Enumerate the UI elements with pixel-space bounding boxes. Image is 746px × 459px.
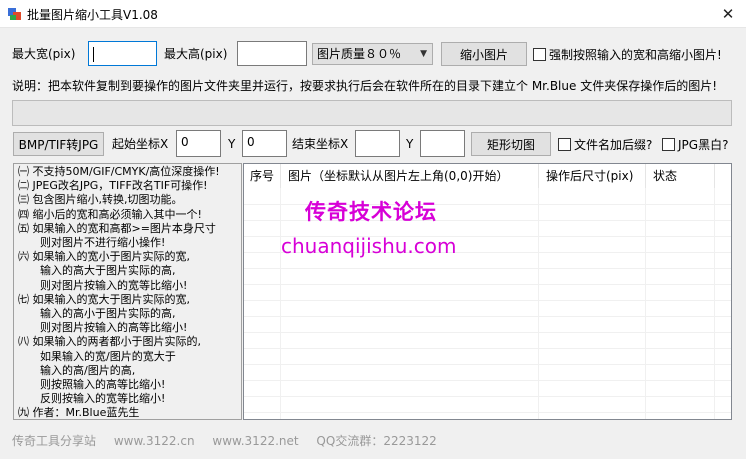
quality-select-value: 图片质量８０％ — [317, 47, 402, 61]
end-x-input[interactable] — [355, 130, 400, 157]
note-line: ㈧ 如果输入的两者都小于图片实际的, — [18, 335, 201, 349]
note-line: 输入的高小于图片实际的高, — [18, 307, 176, 321]
note-line: 反则按输入的宽等比缩小! — [18, 392, 166, 406]
note-line: 则对图片按输入的高等比缩小! — [18, 321, 188, 335]
grid-line — [538, 188, 539, 419]
column-header-index[interactable]: 序号 — [244, 164, 274, 188]
grid-line — [244, 284, 731, 285]
quality-select[interactable]: 图片质量８０％ ▼ — [312, 43, 433, 65]
max-height-input[interactable] — [237, 41, 307, 66]
start-x-input[interactable]: 0 — [176, 130, 221, 157]
note-line: 则按照输入的高等比缩小! — [18, 378, 166, 392]
column-header-image[interactable]: 图片（坐标默认从图片左上角(0,0)开始） — [282, 164, 508, 188]
grid-line — [244, 348, 731, 349]
instructions-text: 说明：把本软件复制到要操作的图片文件夹里并运行，按要求执行后会在软件所在的目录下… — [12, 79, 717, 93]
start-y-label: Y — [228, 137, 236, 151]
grid-line — [244, 364, 731, 365]
column-divider[interactable] — [538, 164, 539, 188]
checkbox-box[interactable] — [558, 138, 571, 151]
shrink-image-button[interactable]: 缩小图片 — [441, 42, 527, 66]
column-divider[interactable] — [280, 164, 281, 188]
footer: 传奇工具分享站 www.3122.cn www.3122.net QQ交流群：2… — [12, 432, 451, 449]
note-line: ㈢ 包含图片缩小,转换,切图功能。 — [18, 193, 183, 207]
note-line: ㈡ JPEG改名JPG，TIFF改名TIF可操作! — [18, 179, 208, 193]
start-coord-label: 起始坐标X — [112, 137, 169, 151]
note-line: 如果输入的宽/图片的宽大于 — [18, 349, 176, 363]
column-header-status[interactable]: 状态 — [647, 164, 677, 188]
close-icon: ✕ — [721, 5, 735, 23]
grid-line — [244, 332, 731, 333]
grid-line — [244, 300, 731, 301]
grid-line — [280, 188, 281, 419]
end-coord-label: 结束坐标X — [292, 137, 349, 151]
list-header: 序号 图片（坐标默认从图片左上角(0,0)开始） 操作后尺寸(pix) 状态 — [244, 164, 731, 188]
grid-line — [645, 188, 646, 419]
footer-site-name: 传奇工具分享站 — [12, 434, 97, 448]
max-width-label: 最大宽(pix) — [12, 47, 76, 61]
text-caret — [93, 47, 94, 62]
footer-url-cn: www.3122.cn — [113, 434, 195, 448]
checkbox-box[interactable] — [662, 138, 675, 151]
note-line: ㈥ 如果输入的宽小于图片实际的宽, — [18, 250, 190, 264]
app-icon — [8, 8, 21, 20]
grid-line — [244, 316, 731, 317]
jpg-bw-checkbox[interactable]: JPG黑白? — [662, 136, 728, 153]
force-size-checkbox[interactable]: 强制按照输入的宽和高缩小图片! — [533, 46, 722, 63]
chevron-down-icon: ▼ — [420, 49, 427, 59]
note-line: 则对图片不进行缩小操作! — [18, 236, 166, 250]
end-y-input[interactable] — [420, 130, 465, 157]
checkbox-box[interactable] — [533, 48, 546, 61]
filename-suffix-checkbox[interactable]: 文件名加后缀? — [558, 136, 652, 153]
max-width-input[interactable] — [88, 41, 157, 66]
start-y-input[interactable]: 0 — [242, 130, 287, 157]
grid-line — [244, 268, 731, 269]
column-divider[interactable] — [645, 164, 646, 188]
note-line: ㈣ 缩小后的宽和高必须输入其中一个! — [18, 207, 202, 221]
watermark-title: 传奇技术论坛 — [305, 200, 437, 224]
filename-suffix-checkbox-label: 文件名加后缀? — [574, 138, 653, 152]
max-height-label: 最大高(pix) — [164, 47, 228, 61]
grid-line — [244, 412, 731, 413]
close-button[interactable]: ✕ — [710, 0, 746, 28]
grid-line — [244, 380, 731, 381]
column-divider[interactable] — [714, 164, 715, 188]
window-title: 批量图片缩小工具V1.08 — [27, 8, 158, 22]
notes-panel: ㈠ 不支持50M/GIF/CMYK/高位深度操作! ㈡ JPEG改名JPG，TI… — [13, 163, 242, 420]
grid-line — [714, 188, 715, 419]
column-header-size[interactable]: 操作后尺寸(pix) — [540, 164, 633, 188]
note-line: ㈤ 如果输入的宽和高都>=图片本身尺寸 — [18, 221, 216, 235]
jpg-bw-checkbox-label: JPG黑白? — [678, 138, 729, 152]
force-size-checkbox-label: 强制按照输入的宽和高缩小图片! — [549, 48, 722, 62]
title-bar: 批量图片缩小工具V1.08 ✕ — [0, 0, 746, 28]
bmp-tif-to-jpg-button[interactable]: BMP/TIF转JPG — [13, 132, 104, 156]
note-line: 输入的高大于图片实际的高, — [18, 264, 176, 278]
progress-bar — [12, 100, 732, 126]
crop-rect-button[interactable]: 矩形切图 — [471, 132, 551, 156]
note-line: ㈦ 如果输入的宽大于图片实际的宽, — [18, 292, 190, 306]
footer-url-net: www.3122.net — [212, 434, 299, 448]
note-line: 输入的高/图片的高, — [18, 363, 136, 377]
note-line: ㈠ 不支持50M/GIF/CMYK/高位深度操作! — [18, 165, 220, 178]
end-y-label: Y — [406, 137, 414, 151]
grid-line — [244, 396, 731, 397]
footer-qq-group: QQ交流群：2223122 — [316, 434, 437, 448]
note-line: 则对图片按输入的宽等比缩小! — [18, 278, 188, 292]
note-line: ㈨ 作者：Mr.Blue蓝先生 — [18, 406, 140, 420]
watermark-url: chuanqijishu.com — [281, 234, 457, 258]
